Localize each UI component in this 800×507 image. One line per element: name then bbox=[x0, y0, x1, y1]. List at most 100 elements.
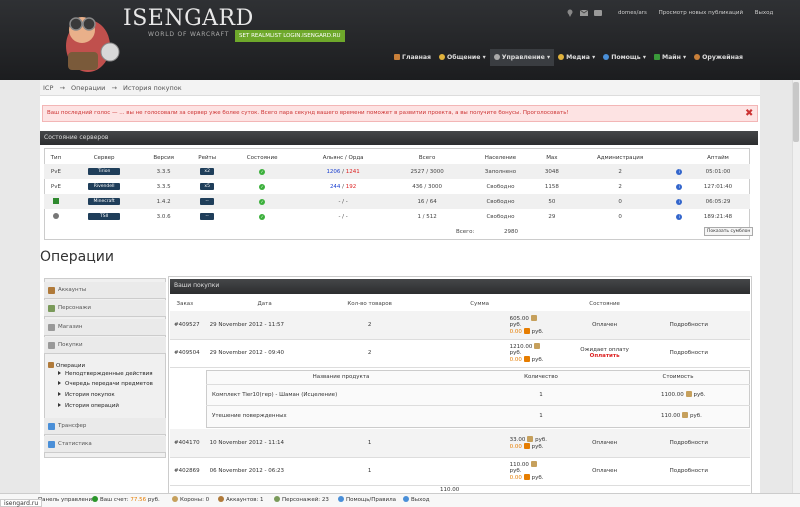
nav-community[interactable]: Общение ▾ bbox=[435, 49, 490, 66]
show-button[interactable]: Показать сумблон bbox=[704, 227, 754, 236]
sidebar-sub-purchase-history[interactable]: История покупок bbox=[58, 392, 115, 398]
server-total: 1 / 512 bbox=[417, 213, 437, 220]
product-name: Утешение повержденных bbox=[206, 404, 476, 426]
media-icon bbox=[558, 54, 565, 60]
server-badge[interactable]: Rivendell bbox=[88, 183, 121, 190]
nav-minecraft[interactable]: Майн ▾ bbox=[650, 49, 690, 66]
order-id: #402869 bbox=[174, 468, 200, 474]
details-link[interactable]: Подробности bbox=[660, 311, 750, 339]
orders-table-continued: #404170 10 November 2012 - 11:14 1 33.00… bbox=[170, 429, 750, 486]
characters-count[interactable]: Персонажей: 23 bbox=[274, 494, 329, 506]
sidebar-item-accounts[interactable]: Аккаунты bbox=[44, 282, 166, 299]
breadcrumb-current[interactable]: История покупок bbox=[123, 84, 182, 92]
nav-help[interactable]: Помощь ▾ bbox=[599, 49, 650, 66]
minecraft-icon bbox=[52, 197, 59, 204]
sidebar-operations-heading[interactable]: Операции bbox=[48, 362, 85, 369]
arrow-icon bbox=[58, 381, 61, 385]
sidebar-item-statistics[interactable]: Статистика bbox=[44, 436, 166, 453]
col-population: Население bbox=[484, 155, 517, 161]
order-count: 2 bbox=[367, 350, 372, 356]
details-link[interactable]: Подробности bbox=[660, 457, 750, 485]
total-value: 2980 bbox=[504, 229, 518, 235]
breadcrumb-root[interactable]: ICP bbox=[43, 84, 53, 92]
user-name-link[interactable]: domes/ars bbox=[618, 10, 647, 16]
accounts-count[interactable]: Аккаунтов: 1 bbox=[218, 494, 264, 506]
sidebar-sub-pending[interactable]: Неподтвержденные действия bbox=[58, 371, 153, 377]
order-id: #409504 bbox=[174, 350, 200, 356]
balance: Ваш счет: 77.56 руб. bbox=[92, 494, 160, 506]
server-uptime: 06:05:29 bbox=[686, 194, 750, 209]
product-qty: 1 bbox=[476, 383, 606, 405]
info-icon[interactable]: i bbox=[676, 168, 683, 175]
nav-armory[interactable]: Оружейная bbox=[690, 49, 747, 66]
order-bonus: 0.00 bbox=[509, 328, 522, 335]
sidebar-item-purchases[interactable]: Покупки bbox=[44, 337, 166, 354]
logout-icon bbox=[403, 496, 409, 502]
order-status: Оплачен bbox=[592, 468, 618, 474]
account-status-bar: Панель управления Ваш счет: 77.56 руб. К… bbox=[0, 493, 800, 507]
logo-title[interactable]: ISENGARD bbox=[123, 6, 254, 31]
sidebar-sub-queue[interactable]: Очередь передачи предметов bbox=[58, 381, 153, 387]
server-uptime: 05:01:00 bbox=[686, 164, 750, 179]
order-status: Оплачен bbox=[592, 321, 618, 328]
server-max: 3048 bbox=[536, 164, 568, 179]
table-row: Minecraft 1.4.2 -- ✓ - / - 16 / 64 Свобо… bbox=[44, 194, 750, 209]
location-icon[interactable] bbox=[567, 9, 573, 18]
server-version: 1.4.2 bbox=[140, 194, 187, 209]
close-icon[interactable]: ✖ bbox=[745, 108, 753, 119]
nav-management[interactable]: Управление ▾ bbox=[489, 49, 555, 66]
server-badge[interactable]: Minecraft bbox=[88, 198, 121, 205]
col-type: Тип bbox=[50, 155, 62, 161]
server-max: 1158 bbox=[544, 183, 559, 190]
nav-media[interactable]: Медиа ▾ bbox=[554, 49, 599, 66]
accounts-icon bbox=[48, 287, 55, 294]
breadcrumb-separator: → bbox=[111, 84, 117, 92]
sidebar-item-label: Трансфер bbox=[58, 423, 87, 429]
col-total: Всего bbox=[418, 155, 436, 161]
details-link[interactable]: Подробности bbox=[660, 429, 750, 457]
sidebar-sub-operation-history[interactable]: История операций bbox=[58, 403, 119, 409]
help-link[interactable]: Помощь/Правила bbox=[338, 494, 396, 506]
scrollbar-thumb[interactable] bbox=[793, 82, 799, 142]
info-icon[interactable]: i bbox=[676, 183, 683, 190]
sidebar-item-shop[interactable]: Магазин bbox=[44, 319, 166, 336]
server-badge[interactable]: TSII bbox=[88, 213, 121, 220]
logout-link[interactable]: Выход bbox=[755, 10, 774, 16]
online-icon: ✓ bbox=[259, 213, 266, 220]
online-icon: ✓ bbox=[259, 183, 266, 190]
sidebar-item-transfer[interactable]: Трансфер bbox=[44, 418, 166, 435]
nav-home[interactable]: Главная bbox=[390, 49, 435, 66]
logo-gnome-image[interactable] bbox=[58, 6, 120, 78]
breadcrumb-separator: → bbox=[59, 84, 65, 92]
help-icon bbox=[338, 496, 344, 502]
server-total: 436 / 3000 bbox=[412, 183, 443, 190]
control-panel-link[interactable]: Панель управления bbox=[38, 494, 95, 506]
sidebar-item-characters[interactable]: Персонажи bbox=[44, 300, 166, 317]
logo-subtitle: WORLD OF WARCRAFT bbox=[148, 31, 230, 38]
col-admins: Администрация bbox=[596, 155, 644, 161]
sidebar-item-label: Аккаунты bbox=[58, 287, 87, 293]
server-version: 3.0.6 bbox=[156, 213, 171, 220]
main-nav: Главная Общение ▾ Управление ▾ Медиа ▾ П… bbox=[390, 49, 747, 66]
server-badge[interactable]: Tirion bbox=[88, 168, 121, 175]
mail-icon[interactable] bbox=[579, 9, 589, 16]
realmlist-button[interactable]: SET REALMLIST LOGIN.ISENGARD.RU bbox=[235, 30, 345, 42]
col-sum: Сумма bbox=[470, 301, 489, 307]
breadcrumb-operations[interactable]: Операции bbox=[71, 84, 105, 92]
server-admins: 0 bbox=[567, 194, 673, 209]
info-icon[interactable]: i bbox=[676, 198, 683, 205]
details-link[interactable]: Подробности bbox=[660, 339, 750, 367]
server-total: 2527 / 3000 bbox=[389, 164, 465, 179]
coin-icon bbox=[530, 461, 537, 467]
pay-link[interactable]: Оплатить bbox=[550, 353, 660, 359]
orders-table: Заказ Дата Кол-во товаров Сумма Состояни… bbox=[170, 297, 750, 368]
vote-alert[interactable]: Ваш последний голос — ... вы не голосова… bbox=[42, 105, 758, 122]
news-link[interactable]: Просмотр новых публикаций bbox=[659, 10, 743, 16]
rates-badge: x2 bbox=[200, 168, 215, 175]
info-icon[interactable]: i bbox=[676, 213, 683, 220]
statusbar-logout[interactable]: Выход bbox=[403, 494, 430, 506]
order-date: 29 November 2012 - 09:40 bbox=[209, 350, 285, 356]
server-version: 3.3.5 bbox=[140, 164, 187, 179]
notification-icon[interactable] bbox=[594, 10, 602, 16]
order-date: 29 November 2012 - 11:57 bbox=[209, 321, 285, 328]
